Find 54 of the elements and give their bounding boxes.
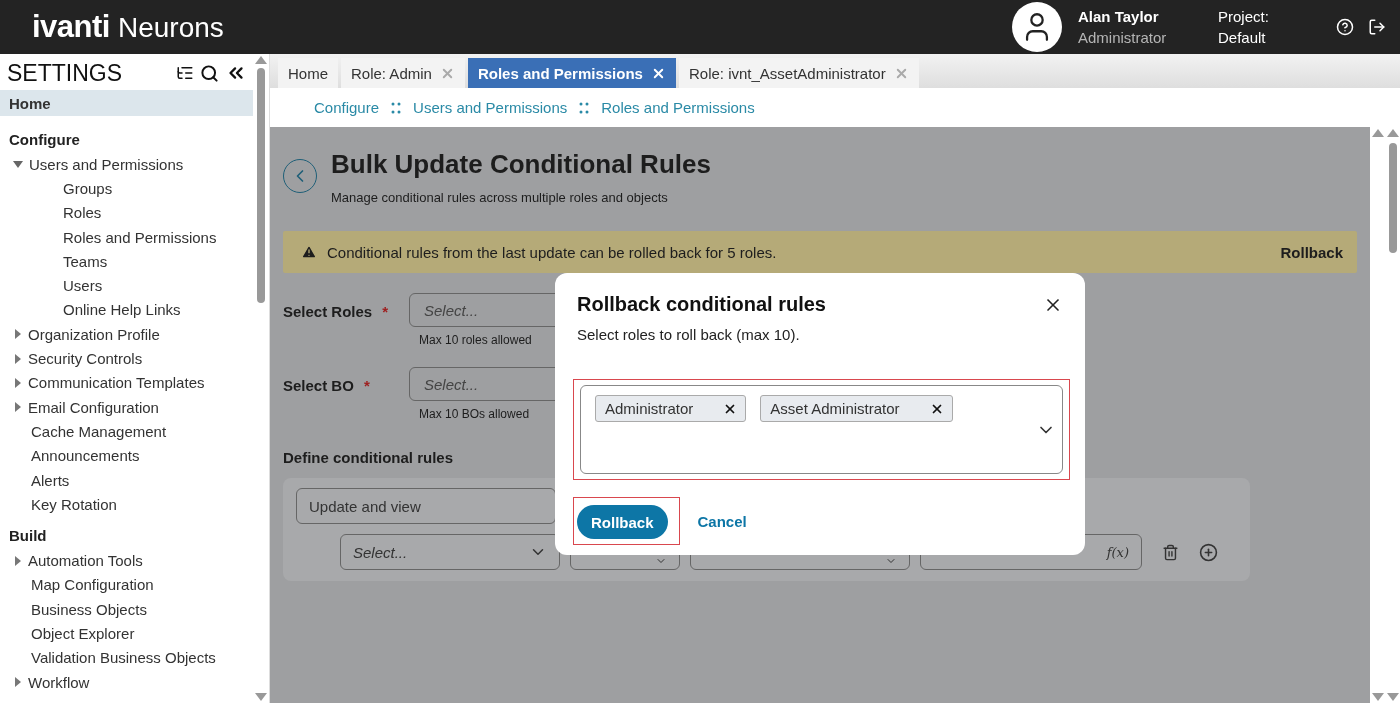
user-name: Alan Taylor (1078, 8, 1160, 25)
sidebar-item[interactable]: Workflow (0, 669, 253, 695)
sidebar-item[interactable]: Object Explorer (0, 621, 253, 646)
sidebar-title: SETTINGS (7, 59, 123, 87)
section-heading: Build (8, 526, 48, 547)
rollback-button[interactable]: Rollback (577, 505, 668, 539)
sidebar-item[interactable]: Automation Tools (0, 548, 253, 573)
sidebar-item[interactable]: Home (0, 90, 253, 116)
project-label: Project: (1218, 8, 1270, 25)
product-logo: ivanti Neurons (32, 9, 225, 45)
sidebar-item[interactable]: Security Controls (0, 346, 253, 371)
sidebar-item[interactable]: Roles and Permissions (0, 224, 253, 250)
sidebar-item[interactable]: Business Objects (0, 597, 253, 622)
field-label: Select Roles * (283, 302, 390, 322)
section-heading: Define conditional rules (283, 449, 455, 466)
tab[interactable]: Role: Admin (341, 58, 465, 88)
alert-text: Conditional rules from the last update can be rolled back for 5 roles. (327, 243, 778, 261)
field-hint: Max 10 roles allowed (418, 333, 532, 347)
sidebar-item[interactable]: Announcements (0, 443, 253, 468)
tab[interactable]: Role: ivnt_AssetAdministrator (678, 58, 919, 88)
user-role: Administrator (1078, 29, 1168, 46)
sidebar-item[interactable]: Teams (0, 249, 253, 274)
field-label: Select BO * (283, 376, 371, 396)
section-heading: Configure (8, 130, 81, 150)
sidebar-item[interactable]: Roles (0, 200, 253, 225)
sidebar-item[interactable]: Organization Profile (0, 322, 253, 347)
tab[interactable]: Home (278, 58, 338, 88)
sidebar-item[interactable]: Validation Business Objects (0, 645, 253, 670)
breadcrumb-link[interactable]: Roles and Permissions (601, 99, 755, 116)
sidebar-item[interactable]: Email Configuration (0, 394, 253, 420)
breadcrumb-link[interactable]: Users and Permissions (413, 99, 568, 116)
role-chip[interactable]: Administrator (595, 395, 747, 422)
sidebar-item[interactable]: Key Rotation (0, 492, 253, 517)
page-subtitle: Manage conditional rules across multiple roles and objects (331, 190, 669, 205)
rollback-button[interactable]: Rollback (1280, 243, 1343, 261)
required-mark: * (382, 303, 389, 320)
sidebar-item[interactable]: Users (0, 273, 253, 298)
sidebar-item[interactable]: Users and Permissions (0, 152, 253, 177)
sidebar-item[interactable]: Cache Management (0, 419, 253, 444)
tab[interactable]: Roles and Permissions (467, 58, 676, 88)
page-title: Bulk Update Conditional Rules (331, 149, 711, 180)
roles-multiselect[interactable]: Administrator Asset Administrator (580, 385, 1063, 474)
breadcrumb-link[interactable]: Configure (314, 99, 380, 116)
sidebar-item[interactable]: Groups (0, 176, 253, 201)
required-mark: * (363, 377, 370, 394)
sidebar-item[interactable]: Alerts (0, 467, 253, 493)
project-value: Default (1218, 29, 1267, 46)
sidebar-item[interactable]: Map Configuration (0, 572, 253, 598)
field-hint: Max 10 BOs allowed (418, 407, 530, 421)
role-chip[interactable]: Asset Administrator (760, 395, 953, 422)
cancel-button[interactable]: Cancel (697, 512, 747, 530)
dialog-subtitle: Select roles to roll back (max 10). (577, 326, 801, 343)
sidebar-item[interactable]: Online Help Links (0, 297, 253, 323)
sidebar-item[interactable]: Communication Templates (0, 370, 253, 395)
